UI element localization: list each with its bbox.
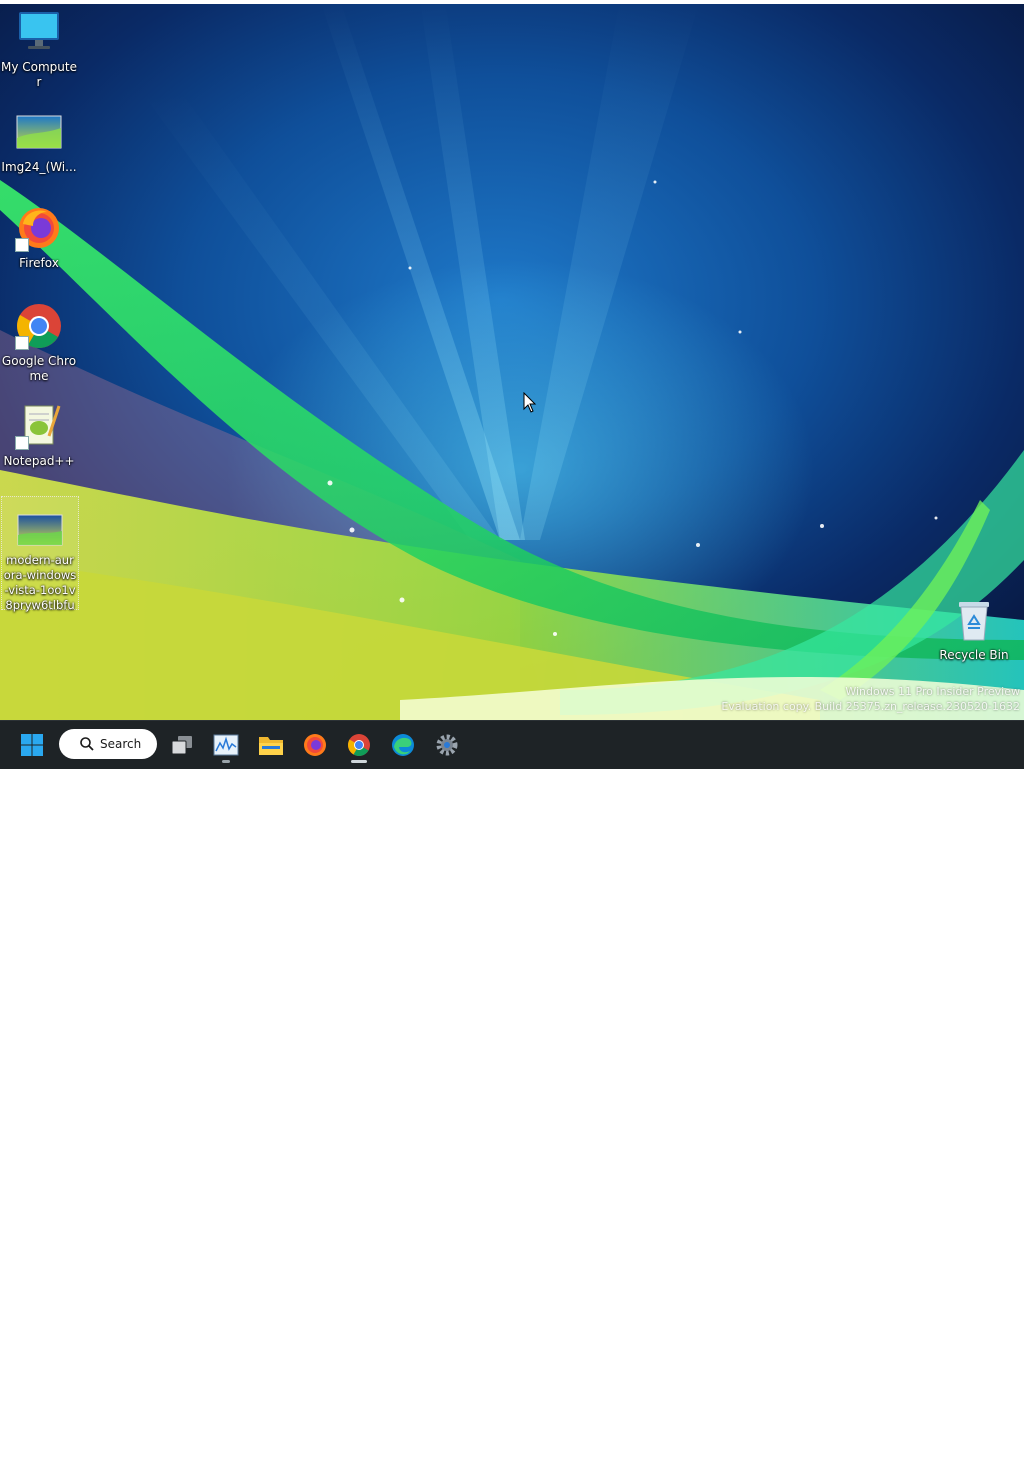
shortcut-arrow-icon	[15, 436, 29, 450]
active-indicator	[351, 760, 367, 763]
desktop-icon-notepadpp[interactable]: Notepad++	[1, 402, 77, 469]
chrome-taskbar-button[interactable]	[341, 727, 377, 763]
settings-icon	[436, 734, 458, 756]
firefox-icon	[304, 734, 326, 756]
monitor-icon	[15, 8, 63, 56]
volume-tray-button[interactable]	[913, 1454, 935, 1476]
desktop-icon-img24[interactable]: Img24_(Wi...	[1, 108, 77, 175]
edge-taskbar-button[interactable]	[385, 727, 421, 763]
shortcut-arrow-icon	[15, 238, 29, 252]
search-icon	[80, 737, 94, 751]
chevron-up-icon	[831, 1461, 843, 1469]
recycle-bin-icon	[950, 596, 998, 644]
mouse-cursor-icon	[523, 392, 537, 413]
desktop-icon-label: Firefox	[19, 256, 59, 270]
desktop-icon-label: Google Chrome	[1, 354, 77, 383]
notepadpp-icon	[15, 402, 63, 450]
desktop-icon-recycle-bin[interactable]: Recycle Bin	[936, 596, 1012, 663]
firefox-taskbar-button[interactable]	[297, 727, 333, 763]
task-view-icon	[171, 736, 192, 755]
watermark-line-1: Windows 11 Pro Insider Preview	[845, 685, 1020, 698]
desktop-icon-label: Recycle Bin	[939, 648, 1009, 662]
desktop-icon-label: Notepad++	[3, 454, 75, 468]
task-view-button[interactable]	[164, 727, 200, 763]
desktop-icon-label: My Computer	[1, 60, 77, 89]
windows-build-watermark: Windows 11 Pro Insider Preview Evaluatio…	[721, 684, 1020, 714]
image-icon	[16, 505, 64, 553]
taskbar-search-box[interactable]: Search	[59, 729, 157, 759]
desktop-icon-label: Img24_(Wi...	[1, 160, 77, 174]
start-button[interactable]	[14, 727, 50, 763]
desktop-icon-modern-aurora[interactable]: modern-aurora-windows-vista-1oo1v8pryw6t…	[1, 496, 79, 612]
network-tray-button[interactable]	[889, 1454, 911, 1476]
firefox-icon	[15, 204, 63, 252]
chrome-icon	[15, 302, 63, 350]
top-border	[0, 0, 1024, 4]
taskbar-clock[interactable]: 10:34 AM 7/26/2023	[940, 1448, 1018, 1480]
edge-icon	[392, 734, 414, 756]
desktop-icon-my-computer[interactable]: My Computer	[1, 8, 77, 90]
chrome-icon	[348, 734, 370, 756]
task-manager-button[interactable]	[208, 727, 244, 763]
task-manager-icon	[213, 734, 239, 756]
search-label: Search	[100, 737, 142, 751]
file-explorer-icon	[259, 737, 283, 755]
desktop-icon-chrome[interactable]: Google Chrome	[1, 302, 77, 384]
file-explorer-button[interactable]	[253, 727, 289, 763]
watermark-line-2: Evaluation copy. Build 25375.zn_release.…	[721, 700, 1020, 713]
settings-taskbar-button[interactable]	[429, 727, 465, 763]
wallpaper	[0, 0, 1024, 720]
desktop[interactable]: My Computer Img24_(Wi... Firefox Google …	[0, 0, 1024, 720]
desktop-icon-label: modern-aurora-windows-vista-1oo1v8pryw6t…	[3, 553, 77, 612]
shortcut-arrow-icon	[15, 336, 29, 350]
desktop-icon-firefox[interactable]: Firefox	[1, 204, 77, 271]
clock-date: 7/26/2023	[948, 1465, 1010, 1479]
cloud-offline-icon	[860, 1458, 877, 1473]
onedrive-tray-button[interactable]	[858, 1454, 880, 1476]
network-icon	[891, 1457, 908, 1472]
running-indicator	[222, 760, 230, 763]
clock-time: 10:34 AM	[950, 1449, 1008, 1463]
show-hidden-icons-button[interactable]	[826, 1454, 848, 1476]
windows-start-icon	[21, 734, 43, 756]
volume-icon	[915, 1457, 932, 1473]
image-icon	[15, 108, 63, 156]
